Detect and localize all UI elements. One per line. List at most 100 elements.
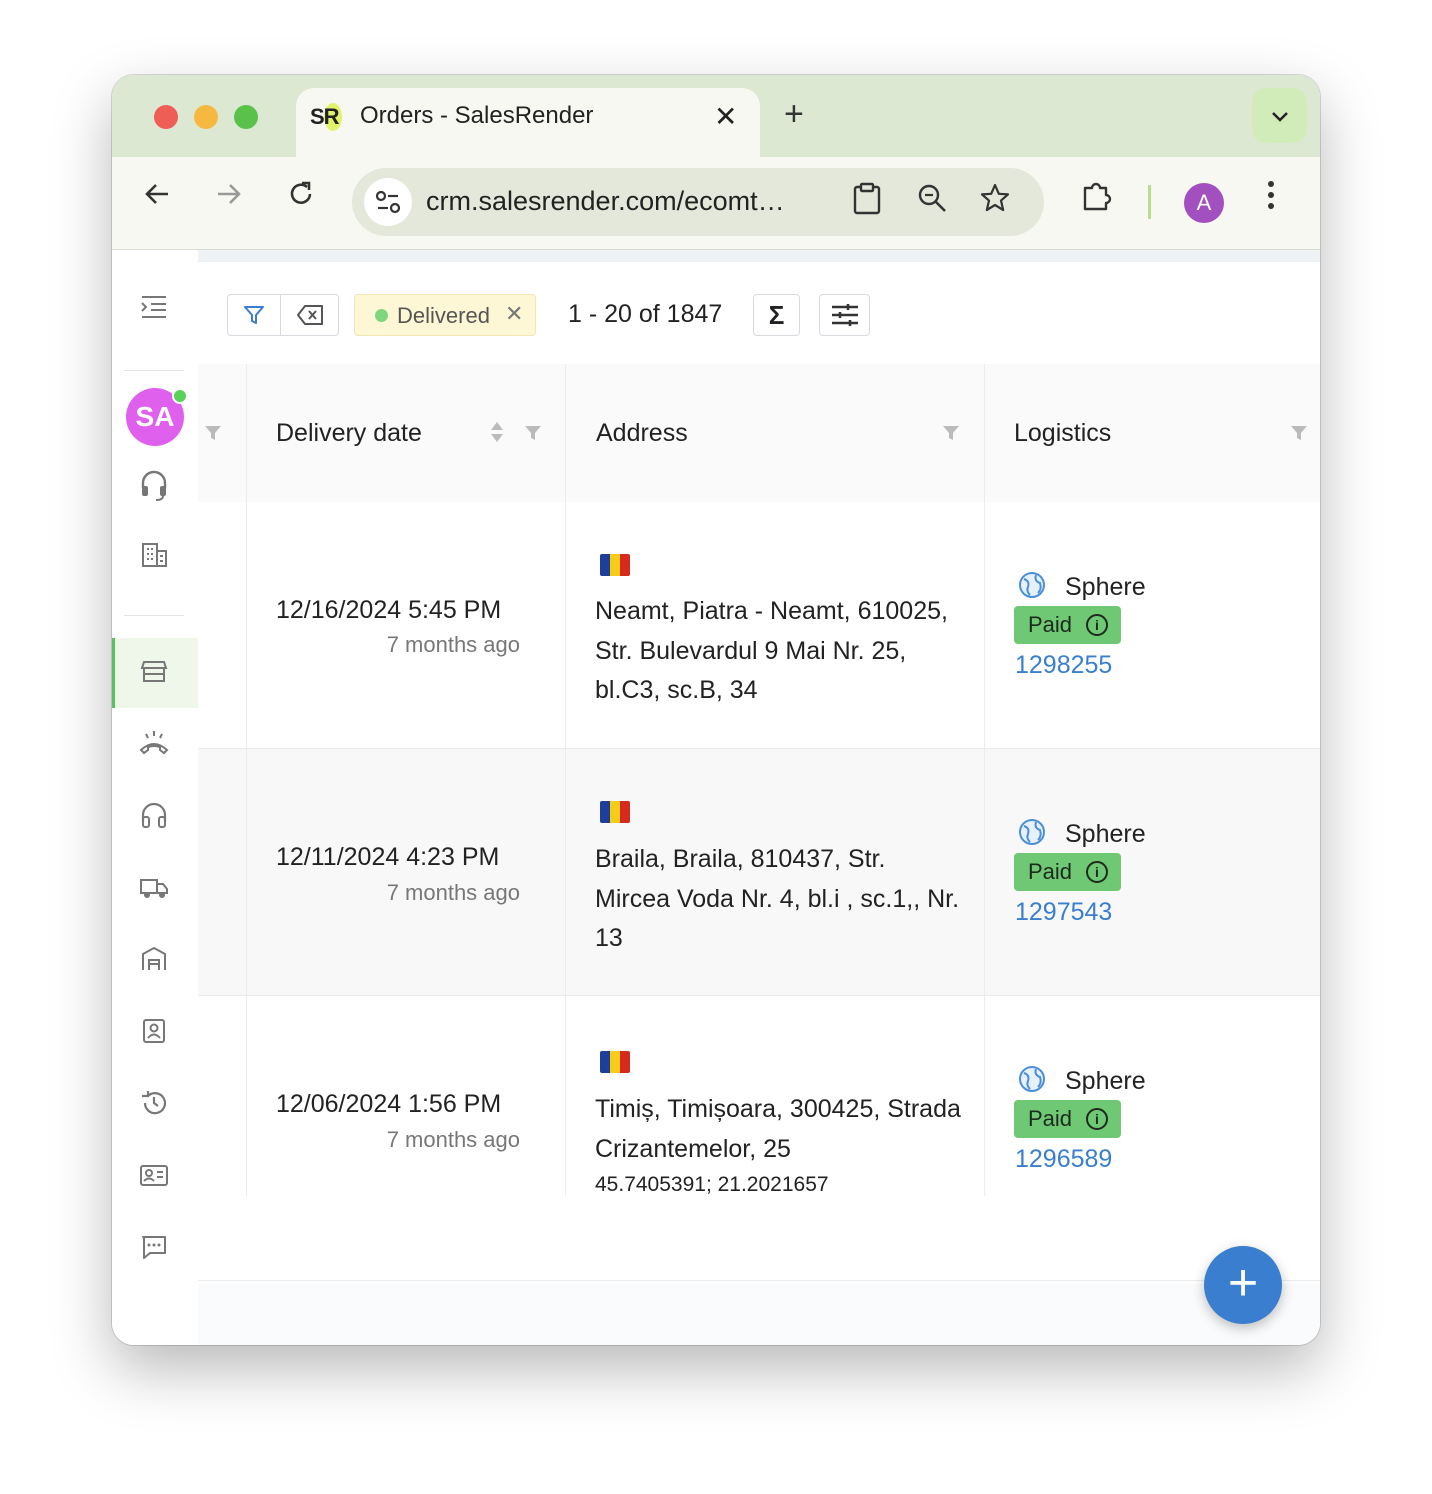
back-icon[interactable] [142, 179, 172, 217]
truck-icon[interactable] [134, 872, 174, 912]
filter-column-icon[interactable] [524, 424, 542, 442]
main-panel: Delivered ✕ 1 - 20 of 1847 Σ Delivery da… [198, 250, 1320, 1345]
column-divider [246, 364, 247, 1196]
browser-toolbar: crm.salesrender.com/ecomt… A [112, 157, 1320, 250]
pagination-text: 1 - 20 of 1847 [568, 300, 723, 328]
top-strip [198, 250, 1320, 262]
romania-flag-icon [600, 801, 630, 823]
site-settings-icon[interactable] [364, 178, 412, 226]
column-delivery-date[interactable]: Delivery date [276, 419, 422, 448]
relative-time: 7 months ago [386, 880, 520, 905]
filter-button[interactable] [227, 294, 281, 336]
romania-flag-icon [600, 1051, 630, 1073]
delivery-date: 12/16/2024 5:45 PM [276, 596, 502, 624]
sidebar-divider [124, 370, 184, 371]
toolbar-divider [1148, 185, 1151, 219]
table-footer-line [198, 1280, 1320, 1281]
close-window-button[interactable] [154, 105, 178, 129]
paid-label: Paid [1028, 1106, 1073, 1131]
maximize-window-button[interactable] [234, 105, 258, 129]
globe-icon [1019, 572, 1045, 598]
delivery-date: 12/11/2024 4:23 PM [276, 843, 500, 871]
romania-flag-icon [600, 554, 630, 576]
sidebar: SA [112, 250, 198, 1345]
filter-column-icon[interactable] [1290, 424, 1308, 442]
clear-filters-button[interactable] [280, 294, 339, 336]
extensions-icon[interactable] [1080, 179, 1114, 221]
forward-icon[interactable] [214, 179, 244, 217]
url-text[interactable]: crm.salesrender.com/ecomt… [426, 186, 785, 217]
column-logistics[interactable]: Logistics [1014, 419, 1111, 448]
relative-time: 7 months ago [386, 1127, 520, 1152]
info-icon[interactable]: i [1086, 614, 1108, 636]
sidebar-divider [124, 615, 184, 616]
clipboard-icon[interactable] [852, 182, 882, 223]
minimize-window-button[interactable] [194, 105, 218, 129]
table-row[interactable]: 12/11/2024 4:23 PM 7 months ago Braila, … [198, 749, 1320, 996]
info-icon[interactable]: i [1086, 861, 1108, 883]
profile-avatar[interactable]: A [1184, 183, 1224, 223]
sort-icon[interactable] [489, 420, 505, 444]
reload-icon[interactable] [286, 179, 316, 217]
headset-icon[interactable] [134, 468, 174, 508]
remove-chip-icon[interactable]: ✕ [505, 301, 523, 327]
id-card-icon[interactable] [134, 1160, 174, 1200]
sum-button[interactable]: Σ [753, 294, 800, 336]
browser-tab[interactable]: SR Orders - SalesRender ✕ [296, 88, 760, 157]
chip-label: Delivered [397, 303, 490, 328]
logistics-name: Sphere [1065, 1067, 1146, 1095]
title-bar: SR Orders - SalesRender ✕ + [112, 75, 1320, 157]
address-bar[interactable]: crm.salesrender.com/ecomt… [352, 168, 1044, 236]
online-status-dot [172, 388, 188, 404]
star-icon[interactable] [979, 182, 1011, 221]
paid-badge: Paid i [1014, 853, 1121, 891]
table-row[interactable]: 12/16/2024 5:45 PM 7 months ago Neamt, P… [198, 502, 1320, 749]
column-divider [984, 364, 985, 1196]
sigma-icon: Σ [768, 300, 785, 330]
tracking-link[interactable]: 1296589 [1015, 1145, 1112, 1174]
history-icon[interactable] [134, 1088, 174, 1128]
paid-label: Paid [1028, 612, 1073, 637]
call-icon[interactable] [134, 728, 174, 768]
globe-icon [1019, 1066, 1045, 1092]
browser-window: SR Orders - SalesRender ✕ + crm.salesren… [112, 75, 1320, 1345]
status-filter-chip[interactable]: Delivered ✕ [354, 294, 536, 336]
coordinates-text: 45.7405391; 21.2021657 [595, 1173, 829, 1196]
delivery-date: 12/06/2024 1:56 PM [276, 1090, 502, 1118]
column-address[interactable]: Address [596, 419, 688, 448]
status-dot [375, 309, 388, 322]
orders-table: Delivery date Address Logistics 12/16/20… [198, 364, 1320, 1284]
paid-label: Paid [1028, 859, 1073, 884]
paid-badge: Paid i [1014, 606, 1121, 644]
paid-badge: Paid i [1014, 1100, 1121, 1138]
page-content: SA Delivered ✕ 1 - 20 of 1847 Σ Delivery… [112, 250, 1320, 1345]
menu-toggle-icon[interactable] [134, 292, 174, 332]
tab-search-chevron-icon[interactable] [1252, 88, 1307, 143]
favicon: SR [310, 103, 344, 134]
building-icon[interactable] [134, 540, 174, 580]
relative-time: 7 months ago [386, 632, 520, 657]
info-icon[interactable]: i [1086, 1108, 1108, 1130]
filter-column-icon[interactable] [204, 424, 222, 442]
address-text: Neamt, Piatra - Neamt, 610025, Str. Bule… [595, 597, 948, 704]
tracking-link[interactable]: 1297543 [1015, 898, 1112, 927]
more-icon[interactable] [1266, 179, 1276, 219]
filter-bar: Delivered ✕ 1 - 20 of 1847 Σ [198, 262, 1320, 364]
filter-column-icon[interactable] [942, 424, 960, 442]
zoom-icon[interactable] [916, 182, 948, 221]
warehouse-icon[interactable] [134, 944, 174, 984]
table-row[interactable]: 12/06/2024 1:56 PM 7 months ago Timiș, T… [198, 996, 1320, 1196]
logistics-name: Sphere [1065, 820, 1146, 848]
logistics-name: Sphere [1065, 573, 1146, 601]
globe-icon [1019, 819, 1045, 845]
add-order-button[interactable]: + [1204, 1246, 1282, 1324]
columns-settings-button[interactable] [819, 294, 870, 336]
store-icon[interactable] [134, 656, 174, 696]
contact-icon[interactable] [134, 1016, 174, 1056]
address-text: Braila, Braila, 810437, Str. Mircea Voda… [595, 845, 960, 952]
headphones-icon[interactable] [134, 800, 174, 840]
new-tab-icon[interactable]: + [784, 95, 804, 134]
tracking-link[interactable]: 1298255 [1015, 651, 1112, 680]
chat-icon[interactable] [134, 1232, 174, 1272]
tab-close-icon[interactable]: ✕ [714, 100, 737, 133]
